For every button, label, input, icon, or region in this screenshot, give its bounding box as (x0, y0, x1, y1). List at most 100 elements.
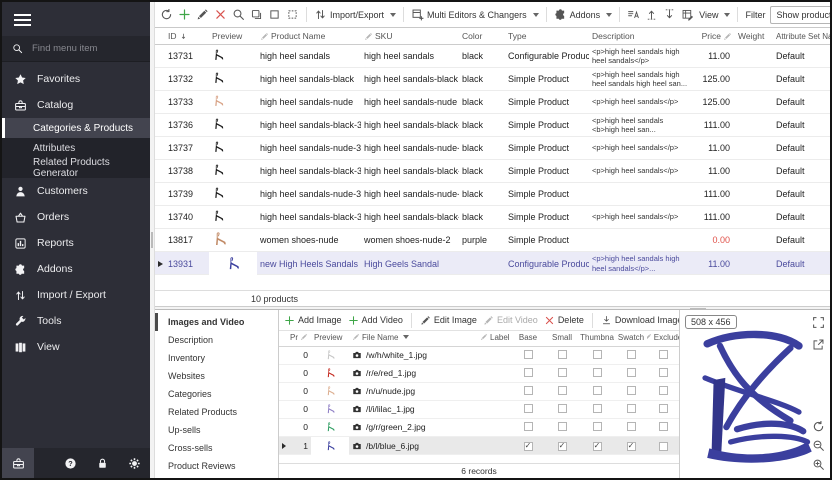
multi-editors-button[interactable]: Multi Editors & Changers (411, 8, 539, 21)
small-checkbox[interactable] (558, 368, 567, 377)
base-checkbox[interactable] (524, 404, 533, 413)
settings-button[interactable] (118, 448, 150, 478)
exclude-checkbox[interactable] (659, 386, 668, 395)
row-height-increase-icon[interactable] (645, 8, 658, 21)
column-header-product-name[interactable]: Product Name (257, 31, 361, 41)
add-product-icon[interactable] (178, 8, 191, 21)
sidebar-item-reports[interactable]: Reports (2, 230, 150, 256)
menu-toggle-icon[interactable] (2, 2, 150, 36)
image-row[interactable]: 0 /g/r/green_2.jpg (279, 419, 679, 437)
help-button[interactable] (54, 448, 86, 478)
table-row[interactable]: 13731 high heel sandals high heel sandal… (155, 45, 830, 68)
sidebar-item-categories-products[interactable]: Categories & Products (2, 118, 150, 138)
rotate-icon[interactable] (812, 420, 825, 433)
add-image-button[interactable]: Add Image (284, 315, 342, 326)
table-row[interactable]: 13737 high heel sandals-nude-36 high hee… (155, 137, 830, 160)
sidebar-item-view[interactable]: View (2, 334, 150, 360)
import-export-button[interactable]: Import/Export (314, 8, 396, 21)
exclude-checkbox[interactable] (659, 368, 668, 377)
thumbnail-checkbox[interactable] (593, 386, 602, 395)
table-row[interactable]: 13732 high heel sandals-black high heel … (155, 68, 830, 91)
table-row[interactable]: 13817 women shoes-nude women shoes-nude-… (155, 229, 830, 252)
edit-video-button[interactable]: Edit Video (483, 315, 538, 326)
addons-button[interactable]: Addons (554, 8, 613, 21)
checkbox-select-icon[interactable] (268, 8, 281, 21)
exclude-checkbox[interactable] (659, 422, 668, 431)
table-row[interactable]: 13738 high heel sandals-black-37 high he… (155, 160, 830, 183)
column-header-base[interactable]: Base (511, 333, 545, 342)
exclude-checkbox[interactable] (659, 350, 668, 359)
fit-to-window-icon[interactable] (812, 316, 825, 329)
edit-image-button[interactable]: Edit Image (420, 315, 477, 326)
sidebar-item-catalog[interactable]: Catalog (2, 92, 150, 118)
exclude-checkbox[interactable] (659, 442, 668, 451)
table-row[interactable]: 13733 high heel sandals-nude high heel s… (155, 91, 830, 114)
tab-images-and-video[interactable]: Images and Video (155, 313, 278, 331)
column-header-preview[interactable]: Preview (209, 31, 257, 41)
small-checkbox[interactable] (558, 350, 567, 359)
image-row[interactable]: 0 /w/h/white_1.jpg (279, 347, 679, 365)
search-icon[interactable] (232, 8, 245, 21)
thumbnail-checkbox[interactable] (593, 422, 602, 431)
swatch-checkbox[interactable] (627, 368, 636, 377)
column-header-label[interactable]: Label (477, 333, 511, 342)
sidebar-item-addons[interactable]: Addons (2, 256, 150, 282)
paste-special-icon[interactable] (286, 8, 299, 21)
column-header-thumbnail[interactable]: Thumbna (579, 333, 615, 342)
swatch-checkbox[interactable] (627, 386, 636, 395)
column-header-preview[interactable]: Preview (311, 333, 349, 342)
thumbnail-checkbox[interactable] (593, 368, 602, 377)
column-header-sku[interactable]: SKU (361, 31, 459, 41)
column-header-type[interactable]: Type (505, 31, 589, 41)
copy-icon[interactable] (250, 8, 263, 21)
sidebar-item-tools[interactable]: Tools (2, 308, 150, 334)
table-row[interactable]: 13736 high heel sandals-black-36 high he… (155, 114, 830, 137)
sidebar-item-customers[interactable]: Customers (2, 178, 150, 204)
tab-websites[interactable]: Websites (155, 367, 278, 385)
base-checkbox[interactable] (524, 386, 533, 395)
base-checkbox[interactable] (524, 442, 533, 451)
exclude-checkbox[interactable] (659, 404, 668, 413)
refresh-icon[interactable] (160, 8, 173, 21)
table-row-selected[interactable]: 13931 new High Heels Sandals High Geels … (155, 252, 830, 275)
tab-categories[interactable]: Categories (155, 385, 278, 403)
sidebar-splitter[interactable] (150, 2, 155, 478)
small-checkbox[interactable] (558, 422, 567, 431)
sidebar-item-import-export[interactable]: Import / Export (2, 282, 150, 308)
swatch-checkbox[interactable] (627, 350, 636, 359)
zoom-out-icon[interactable] (812, 439, 825, 452)
tab-inventory[interactable]: Inventory (155, 349, 278, 367)
auto-column-width-icon[interactable] (627, 8, 640, 21)
column-header-attribute-set[interactable]: Attribute Set Name (773, 32, 830, 41)
base-checkbox[interactable] (524, 350, 533, 359)
download-image-button[interactable]: Download Image (601, 315, 679, 326)
filter-select[interactable]: Show products from selected categories (770, 6, 830, 24)
sidebar-item-orders[interactable]: Orders (2, 204, 150, 230)
table-row[interactable]: 13740 high heel sandals-black-38 high he… (155, 206, 830, 229)
tab-description[interactable]: Description (155, 331, 278, 349)
delete-product-icon[interactable] (214, 8, 227, 21)
column-header-swatch[interactable]: Swatch (615, 333, 647, 342)
edit-product-icon[interactable] (196, 8, 209, 21)
catalog-mode-button[interactable] (2, 448, 34, 478)
small-checkbox[interactable] (558, 386, 567, 395)
table-row[interactable]: 13739 high heel sandals-nude-37 high hee… (155, 183, 830, 206)
small-checkbox[interactable] (558, 442, 567, 451)
add-video-button[interactable]: Add Video (348, 315, 403, 326)
edit-grid-icon[interactable] (681, 8, 694, 21)
column-header-position[interactable]: Pr (287, 333, 311, 342)
image-row-selected[interactable]: 1 /b/l/blue_6.jpg (279, 437, 679, 455)
delete-image-button[interactable]: Delete (544, 315, 584, 326)
tab-related-products[interactable]: Related Products (155, 403, 278, 421)
thumbnail-checkbox[interactable] (593, 350, 602, 359)
sidebar-item-favorites[interactable]: Favorites (2, 66, 150, 92)
tab-up-sells[interactable]: Up-sells (155, 421, 278, 439)
column-header-small[interactable]: Small (545, 333, 579, 342)
small-checkbox[interactable] (558, 404, 567, 413)
column-header-price[interactable]: Price (691, 31, 735, 41)
base-checkbox[interactable] (524, 368, 533, 377)
swatch-checkbox[interactable] (627, 442, 636, 451)
column-header-weight[interactable]: Weight (735, 31, 773, 41)
sidebar-search-input[interactable] (30, 42, 140, 55)
thumbnail-checkbox[interactable] (593, 404, 602, 413)
